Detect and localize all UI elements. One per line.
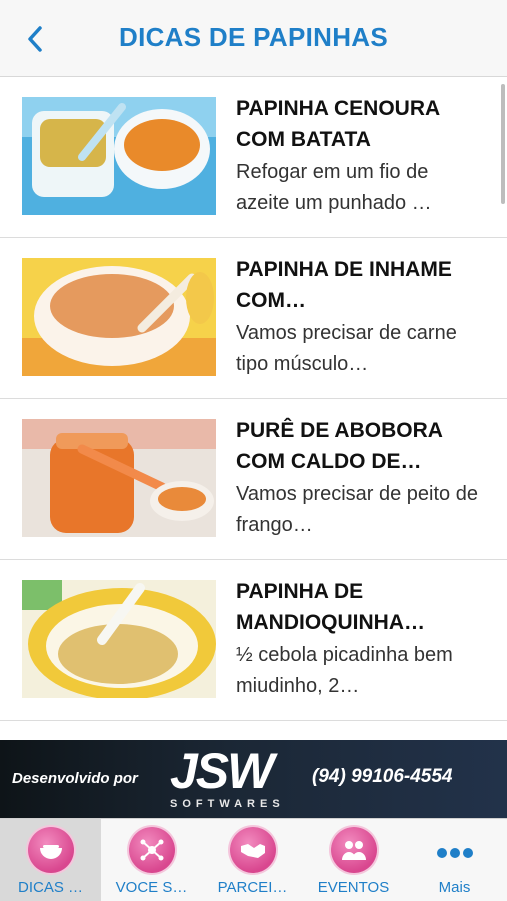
tab-label: DICAS … <box>17 879 83 896</box>
tab-eventos[interactable]: EVENTOS <box>303 819 404 901</box>
recipe-title: PAPINHA DE INHAME COM… <box>236 258 452 312</box>
list-item[interactable]: PAPINHA CENOURA COM BATATA Refogar em um… <box>0 77 507 238</box>
recipe-thumbnail <box>22 258 216 376</box>
recipe-thumbnail <box>22 419 216 537</box>
tab-label: EVENTOS <box>317 879 390 896</box>
recipe-thumbnail <box>22 580 216 698</box>
handshake-icon <box>230 827 276 873</box>
molecule-icon <box>129 827 175 873</box>
contact-phone: (94) 99106-4554 <box>312 766 453 787</box>
recipe-description: Vamos precisar de peito de frango… <box>236 483 478 536</box>
tab-label: Mais <box>438 879 471 896</box>
recipe-thumbnail <box>22 97 216 215</box>
bowl-icon <box>28 827 74 873</box>
recipe-title: PAPINHA DE MANDIOQUINHA… <box>236 580 425 634</box>
list-item[interactable]: PAPINHA DE MANDIOQUINHA… ½ cebola picadi… <box>0 560 507 721</box>
list-item[interactable]: PURÊ DE ABOBORA COM CALDO DE… Vamos prec… <box>0 399 507 560</box>
tab-bar: DICAS … VOCE S… PARCEI… EVENTOS Mais <box>0 818 507 901</box>
recipe-description: ½ cebola picadinha bem miudinho, 2… <box>236 644 453 697</box>
tab-mais[interactable]: Mais <box>404 819 505 901</box>
tab-label: VOCE S… <box>115 879 188 896</box>
nav-bar: DICAS DE PAPINHAS <box>0 0 507 77</box>
tab-parceiros[interactable]: PARCEI… <box>202 819 303 901</box>
tab-dicas[interactable]: DICAS … <box>0 819 101 901</box>
page-title: DICAS DE PAPINHAS <box>119 22 388 52</box>
recipe-title: PURÊ DE ABOBORA COM CALDO DE… <box>236 419 443 473</box>
tab-voce-sabia[interactable]: VOCE S… <box>101 819 202 901</box>
recipe-description: Refogar em um fio de azeite um punhado … <box>236 161 432 214</box>
tab-label: PARCEI… <box>217 879 288 896</box>
jsw-logo: JSW <box>170 743 274 799</box>
developer-banner[interactable]: Desenvolvido por JSW SOFTWARES (94) 9910… <box>0 740 507 818</box>
developed-by-label: Desenvolvido por <box>12 770 138 787</box>
recipe-list[interactable]: PAPINHA CENOURA COM BATATA Refogar em um… <box>0 77 507 740</box>
recipe-title: PAPINHA CENOURA COM BATATA <box>236 97 440 151</box>
jsw-logo-subtitle: SOFTWARES <box>170 798 285 810</box>
list-item[interactable]: PAPINHA DE INHAME COM… Vamos precisar de… <box>0 238 507 399</box>
recipe-description: Vamos precisar de carne tipo músculo… <box>236 322 457 375</box>
people-icon <box>331 827 377 873</box>
more-dots-icon <box>437 845 476 863</box>
scrollbar[interactable] <box>501 84 505 204</box>
